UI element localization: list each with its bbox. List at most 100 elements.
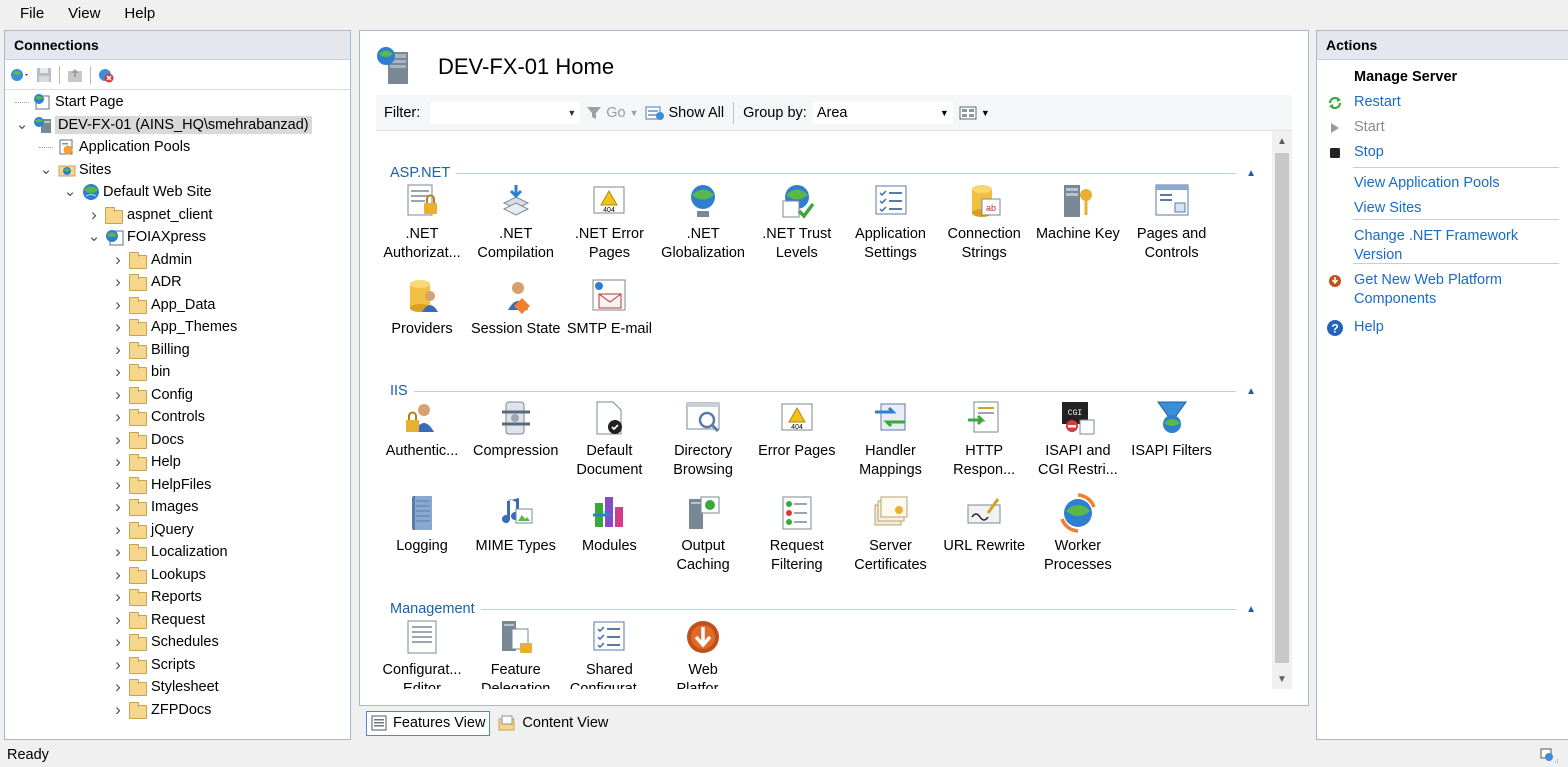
chevron-down-icon[interactable]: ⌄	[87, 229, 101, 244]
chevron-down-icon[interactable]: ⌄	[63, 184, 77, 199]
action-change-net-framework-version[interactable]: Change .NET Framework Version	[1325, 227, 1561, 265]
chevron-right-icon[interactable]: ›	[111, 452, 125, 471]
tree-node[interactable]: › HelpFiles	[111, 474, 211, 496]
feature-item[interactable]: Application Settings	[845, 181, 937, 263]
tree-node[interactable]: › Billing	[111, 339, 190, 361]
feature-item[interactable]: SMTP E-mail	[563, 276, 655, 339]
tree-node[interactable]: › Request	[111, 609, 205, 631]
feature-item[interactable]: Configurat... Editor	[376, 617, 468, 689]
action-view-application-pools[interactable]: View Application Pools	[1325, 174, 1561, 193]
feature-item[interactable]: Authentic...	[376, 398, 468, 461]
tree-node[interactable]: Start Page	[15, 91, 124, 113]
feature-item[interactable]: URL Rewrite	[938, 493, 1030, 556]
chevron-right-icon[interactable]: ›	[111, 655, 125, 674]
tree-node[interactable]: ⌄ Default Web Site	[63, 181, 212, 203]
vertical-scrollbar[interactable]: ▲ ▼	[1272, 131, 1292, 689]
chevron-right-icon[interactable]: ›	[111, 677, 125, 696]
chevron-right-icon[interactable]: ›	[111, 565, 125, 584]
chevron-right-icon[interactable]: ›	[111, 295, 125, 314]
feature-item[interactable]: MIME Types	[470, 493, 562, 556]
chevron-right-icon[interactable]: ›	[111, 520, 125, 539]
chevron-up-icon[interactable]: ▲	[1246, 604, 1256, 615]
feature-group-header[interactable]: Management ▲	[390, 599, 1270, 619]
action-view-sites[interactable]: View Sites	[1325, 199, 1561, 218]
tree-node[interactable]: › ADR	[111, 271, 182, 293]
feature-item[interactable]: Output Caching	[657, 493, 749, 575]
action-stop[interactable]: Stop	[1325, 143, 1561, 162]
tree-node[interactable]: › Config	[111, 384, 193, 406]
chevron-right-icon[interactable]: ›	[111, 610, 125, 629]
tree-node[interactable]: › App_Themes	[111, 316, 237, 338]
feature-item[interactable]: Request Filtering	[751, 493, 843, 575]
feature-item[interactable]: Logging	[376, 493, 468, 556]
feature-item[interactable]: .NET Authorizat...	[376, 181, 468, 263]
feature-item[interactable]: ISAPI Filters	[1126, 398, 1218, 461]
chevron-right-icon[interactable]: ›	[111, 317, 125, 336]
menu-view[interactable]: View	[56, 3, 112, 24]
feature-item[interactable]: 404 .NET Error Pages	[563, 181, 655, 263]
go-button[interactable]: Go ▼	[586, 105, 639, 121]
disconnect-icon[interactable]	[95, 64, 117, 86]
feature-item[interactable]: Directory Browsing	[657, 398, 749, 480]
chevron-up-icon[interactable]: ▲	[1246, 168, 1256, 179]
scroll-down-icon[interactable]: ▼	[1272, 669, 1292, 689]
tree-node[interactable]: › Help	[111, 451, 181, 473]
tree-node[interactable]: ⌄ DEV-FX-01 (AINS_HQ\smehrabanzad)	[15, 114, 312, 136]
action-get-new-web-platform-components[interactable]: Get New Web Platform Components	[1325, 271, 1561, 309]
chevron-down-icon[interactable]: ⌄	[39, 162, 53, 177]
chevron-down-icon[interactable]: ⌄	[15, 117, 29, 132]
feature-item[interactable]: Session State	[470, 276, 562, 339]
feature-item[interactable]: HTTP Respon...	[938, 398, 1030, 480]
tree-node[interactable]: › ZFPDocs	[111, 699, 211, 721]
tree-node[interactable]: ⌄ Sites	[39, 159, 112, 181]
chevron-right-icon[interactable]: ›	[111, 362, 125, 381]
scroll-up-icon[interactable]: ▲	[1272, 131, 1292, 151]
chevron-right-icon[interactable]: ›	[111, 475, 125, 494]
feature-item[interactable]: Shared Configurat...	[563, 617, 655, 689]
scrollbar-thumb[interactable]	[1275, 153, 1289, 663]
chevron-right-icon[interactable]: ›	[111, 700, 125, 719]
tree-node[interactable]: › App_Data	[111, 294, 216, 316]
tree-node[interactable]: › Schedules	[111, 631, 219, 653]
menu-help[interactable]: Help	[112, 3, 167, 24]
chevron-right-icon[interactable]: ›	[111, 542, 125, 561]
feature-item[interactable]: Handler Mappings	[845, 398, 937, 480]
tree-node[interactable]: › Lookups	[111, 564, 206, 586]
tree-node[interactable]: ⌄ FOIAXpress	[87, 226, 206, 248]
tab-content-view[interactable]: Content View	[494, 711, 612, 736]
chevron-right-icon[interactable]: ›	[111, 385, 125, 404]
feature-item[interactable]: Worker Processes	[1032, 493, 1124, 575]
tree-node[interactable]: › Scripts	[111, 654, 195, 676]
tree-node[interactable]: › bin	[111, 361, 170, 383]
tab-features-view[interactable]: Features View	[366, 710, 491, 736]
tree-node[interactable]: Application Pools	[39, 136, 190, 158]
chevron-right-icon[interactable]: ›	[87, 205, 101, 224]
feature-item[interactable]: Providers	[376, 276, 468, 339]
menu-file[interactable]: File	[8, 3, 56, 24]
tree-node[interactable]: › Reports	[111, 586, 202, 608]
feature-item[interactable]: .NET Compilation	[470, 181, 562, 263]
feature-group-header[interactable]: ASP.NET ▲	[390, 163, 1270, 183]
feature-item[interactable]: Web Platfor...	[657, 617, 749, 689]
feature-item[interactable]: Machine Key	[1032, 181, 1124, 244]
chevron-right-icon[interactable]: ›	[111, 497, 125, 516]
feature-item[interactable]: Modules	[563, 493, 655, 556]
tree-node[interactable]: › Admin	[111, 249, 192, 271]
feature-item[interactable]: Pages and Controls	[1126, 181, 1218, 263]
tree-node[interactable]: › Images	[111, 496, 199, 518]
feature-item[interactable]: CGI ISAPI and CGI Restri...	[1032, 398, 1124, 480]
feature-item[interactable]: ab Connection Strings	[938, 181, 1030, 263]
chevron-right-icon[interactable]: ›	[111, 632, 125, 651]
feature-item[interactable]: Feature Delegation	[470, 617, 562, 689]
action-start[interactable]: Start	[1325, 118, 1561, 137]
view-mode-button[interactable]: ▼	[959, 105, 990, 121]
action-help[interactable]: ? Help	[1325, 318, 1561, 337]
feature-item[interactable]: .NET Globalization	[657, 181, 749, 263]
connect-icon[interactable]	[9, 64, 31, 86]
chevron-up-icon[interactable]: ▲	[1246, 386, 1256, 397]
tree-node[interactable]: › Controls	[111, 406, 205, 428]
chevron-right-icon[interactable]: ›	[111, 250, 125, 269]
chevron-right-icon[interactable]: ›	[111, 430, 125, 449]
show-all-button[interactable]: Show All	[645, 104, 724, 122]
action-restart[interactable]: Restart	[1325, 93, 1561, 112]
